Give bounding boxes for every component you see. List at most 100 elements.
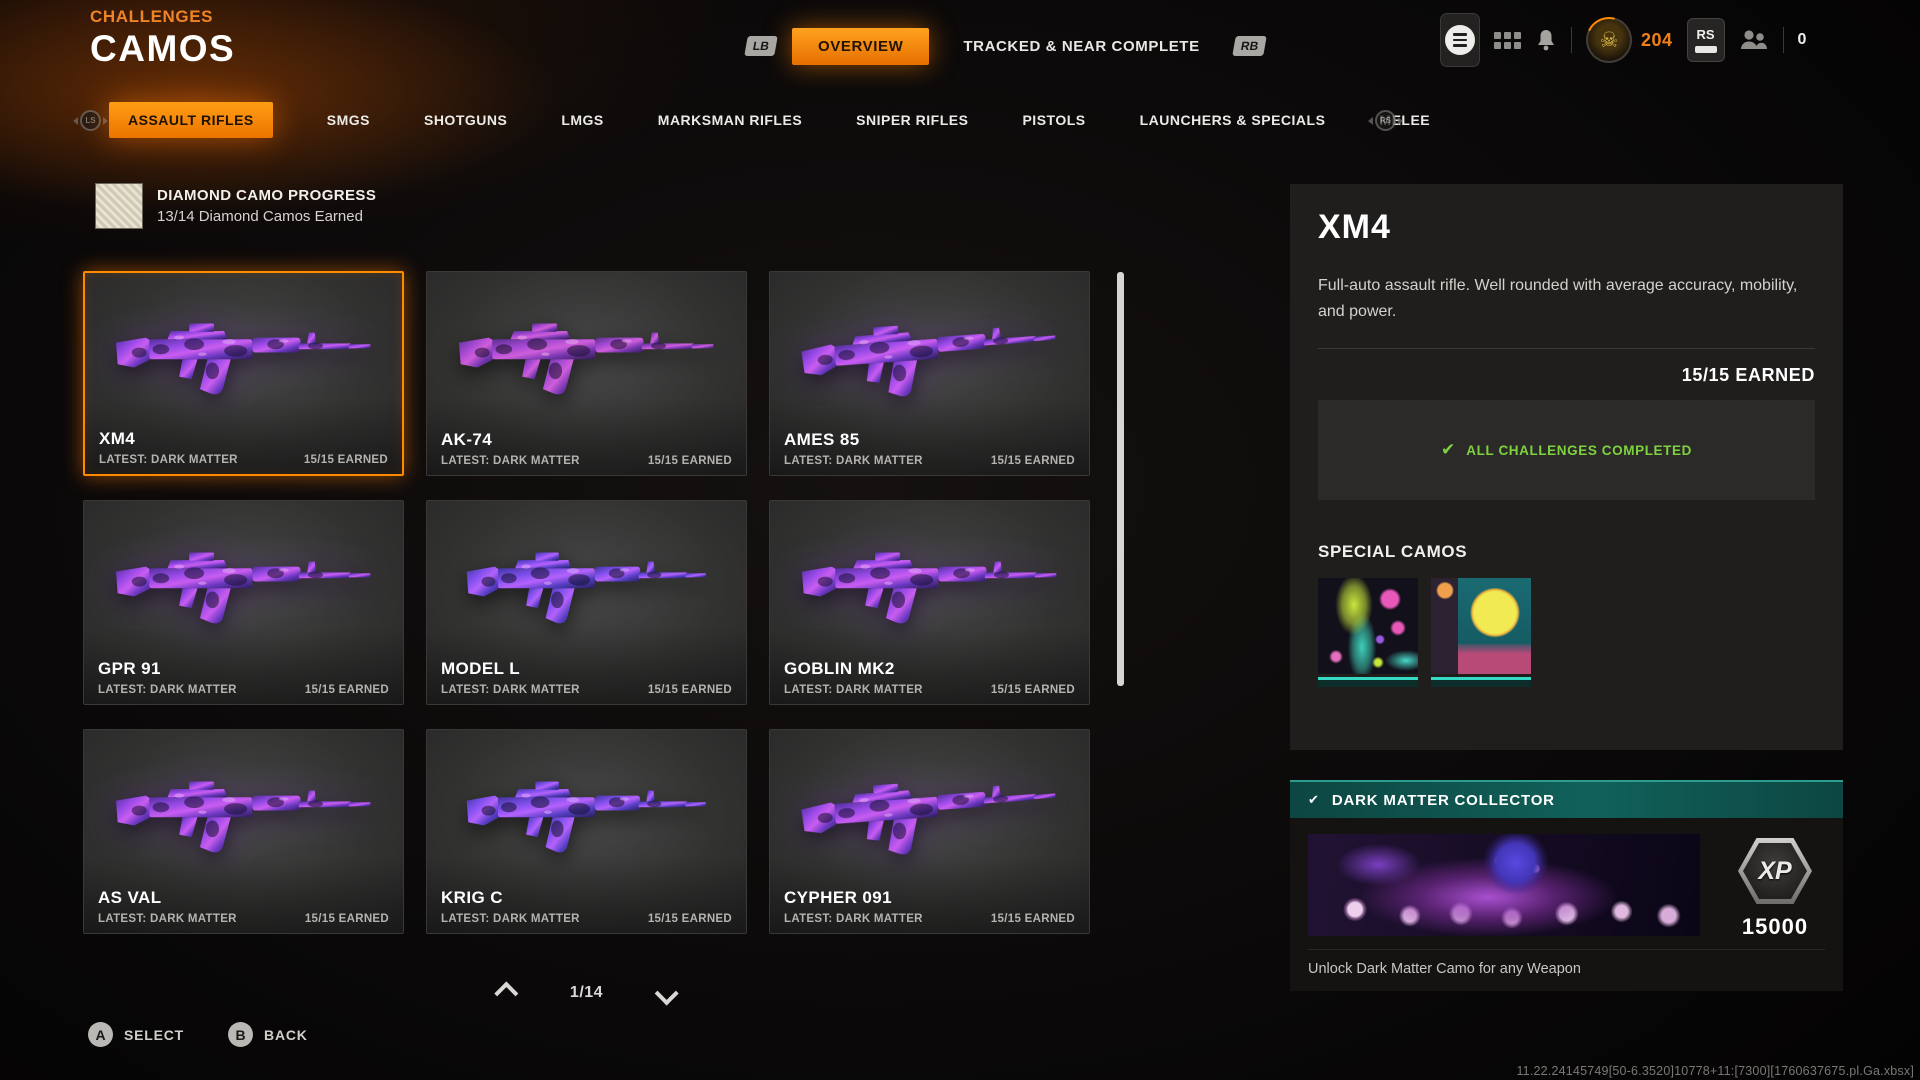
weapon-latest-camo: LATEST: DARK MATTER — [784, 913, 923, 925]
weapon-earned-count: 15/15 EARNED — [990, 684, 1075, 696]
category-tab-label: PISTOLS — [1022, 112, 1086, 128]
detail-weapon-description: Full-auto assault rifle. Well rounded wi… — [1318, 277, 1798, 320]
apps-grid-icon[interactable] — [1494, 31, 1521, 49]
retro-crt-camo-thumb — [1431, 578, 1531, 675]
weapon-earned-count: 15/15 EARNED — [304, 684, 389, 696]
weapon-earned-count: 15/15 EARNED — [303, 454, 388, 466]
weapon-earned-count: 15/15 EARNED — [647, 455, 732, 467]
diamond-camo-thumbnail — [95, 183, 143, 229]
weapon-earned-count: 15/15 EARNED — [990, 455, 1075, 467]
menu-button[interactable] — [1440, 13, 1480, 67]
weapon-latest-camo: LATEST: DARK MATTER — [98, 913, 237, 925]
weapon-image — [799, 314, 1059, 404]
weapon-name: XM4 — [99, 429, 136, 448]
category-tab[interactable]: LAUNCHERS & SPECIALS — [1140, 112, 1326, 128]
weapon-name: AS VAL — [98, 888, 162, 907]
hud-divider — [1571, 27, 1572, 53]
xp-reward: XP 15000 — [1729, 838, 1821, 940]
weapon-latest-camo: LATEST: DARK MATTER — [441, 455, 580, 467]
special-camo-psychedelic[interactable] — [1318, 578, 1418, 688]
page-up-chevron-icon[interactable] — [494, 980, 519, 1006]
footer-action[interactable]: B BACK — [228, 1022, 308, 1047]
weapon-card[interactable]: GPR 91 LATEST: DARK MATTER 15/15 EARNED — [83, 500, 404, 705]
category-tab-label: LMGS — [561, 112, 604, 128]
friends-icon[interactable] — [1739, 27, 1769, 53]
category-tab-label: MARKSMAN RIFLES — [657, 112, 803, 128]
currency-value: 204 — [1641, 29, 1673, 50]
category-tab[interactable]: LMGS — [561, 112, 603, 128]
grid-scrollbar-thumb[interactable] — [1117, 272, 1124, 686]
special-camo-retro-crt[interactable] — [1431, 578, 1531, 688]
friends-count: 0 — [1797, 31, 1807, 48]
xp-label: XP — [1758, 856, 1792, 885]
category-tab-label: SNIPER RIFLES — [856, 112, 969, 128]
footer-action-label: SELECT — [124, 1026, 185, 1043]
weapon-name: CYPHER 091 — [784, 888, 892, 907]
weapon-latest-camo: LATEST: DARK MATTER — [441, 913, 580, 925]
xp-value: 15000 — [1741, 914, 1809, 939]
category-tab-label: ASSAULT RIFLES — [128, 112, 254, 128]
header-tabs: LB OVERVIEW TRACKED & NEAR COMPLETE RB — [744, 26, 1267, 66]
weapon-card[interactable]: XM4 LATEST: DARK MATTER 15/15 EARNED — [83, 271, 404, 476]
dark-matter-collector[interactable]: ✔ DARK MATTER COLLECTOR XP 15000 Unlock … — [1290, 780, 1843, 991]
psychedelic-camo-thumb — [1318, 578, 1418, 675]
collector-divider — [1308, 949, 1825, 950]
collector-header: ✔ DARK MATTER COLLECTOR — [1290, 780, 1843, 818]
header-tab[interactable]: TRACKED & NEAR COMPLETE — [945, 28, 1217, 65]
diamond-progress: DIAMOND CAMO PROGRESS 13/14 Diamond Camo… — [95, 183, 376, 229]
weapon-earned-count: 15/15 EARNED — [304, 913, 389, 925]
debug-build-string: 11.22.24145749[50-6.3520]10778+11:[7300]… — [1516, 1064, 1914, 1078]
rb-bumper-icon: RB — [1231, 36, 1267, 56]
weapon-earned-count: 15/15 EARNED — [647, 913, 732, 925]
skull-emblem-icon[interactable]: ☠ — [1586, 17, 1632, 63]
weapon-image — [466, 552, 706, 624]
weapon-card[interactable]: AS VAL LATEST: DARK MATTER 15/15 EARNED — [83, 729, 404, 934]
weapon-image — [466, 781, 706, 853]
page-down-chevron-icon[interactable] — [654, 980, 679, 1006]
challenges-completed-label: ALL CHALLENGES COMPLETED — [1466, 442, 1692, 458]
footer-action[interactable]: A SELECT — [88, 1022, 184, 1047]
weapon-card[interactable]: KRIG C LATEST: DARK MATTER 15/15 EARNED — [426, 729, 747, 934]
weapon-latest-camo: LATEST: DARK MATTER — [784, 455, 923, 467]
weapon-card[interactable]: AK-74 LATEST: DARK MATTER 15/15 EARNED — [426, 271, 747, 476]
page-title: CAMOS — [90, 28, 236, 69]
weapon-card[interactable]: AMES 85 LATEST: DARK MATTER 15/15 EARNED — [769, 271, 1090, 476]
category-tab[interactable]: MARKSMAN RIFLES — [658, 112, 802, 128]
weapon-name: AK-74 — [441, 430, 493, 449]
check-icon: ✔ — [1441, 440, 1456, 460]
hud-cluster: ☠ 204 RS 0 — [1440, 12, 1806, 68]
category-tab[interactable]: SHOTGUNS — [424, 112, 507, 128]
camo-equipped-bar — [1318, 677, 1418, 688]
footer-buttons: A SELECT B BACK — [88, 1022, 308, 1047]
category-tab[interactable]: ASSAULT RIFLES — [109, 102, 273, 138]
category-tab-label: SMGS — [326, 112, 370, 128]
collector-caption: Unlock Dark Matter Camo for any Weapon — [1308, 961, 1581, 977]
category-tab[interactable]: SNIPER RIFLES — [856, 112, 968, 128]
category-tab-label: LAUNCHERS & SPECIALS — [1139, 112, 1326, 128]
weapon-card[interactable]: GOBLIN MK2 LATEST: DARK MATTER 15/15 EAR… — [769, 500, 1090, 705]
footer-action-label: BACK — [264, 1026, 308, 1043]
currency-display: ☠ 204 — [1586, 17, 1673, 63]
category-tab[interactable]: PISTOLS — [1022, 112, 1085, 128]
weapon-image — [458, 323, 713, 395]
weapon-image — [801, 552, 1056, 624]
bell-icon[interactable] — [1535, 28, 1557, 52]
weapon-earned-count: 15/15 EARNED — [647, 684, 732, 696]
detail-earned-count: 15/15 EARNED — [1681, 365, 1815, 386]
category-tab[interactable]: SMGS — [327, 112, 370, 128]
page-header: CHALLENGES CAMOS — [90, 7, 235, 70]
weapon-card[interactable]: CYPHER 091 LATEST: DARK MATTER 15/15 EAR… — [769, 729, 1090, 934]
weapon-name: KRIG C — [441, 888, 503, 907]
page-indicator: 1/14 — [569, 984, 604, 1001]
weapon-latest-camo: LATEST: DARK MATTER — [441, 684, 580, 696]
header-tab-label: OVERVIEW — [818, 37, 904, 55]
weapon-latest-camo: LATEST: DARK MATTER — [99, 454, 238, 466]
pagination: 1/14 — [426, 980, 747, 1006]
right-stick-icon: RS — [1368, 110, 1403, 131]
weapon-latest-camo: LATEST: DARK MATTER — [98, 684, 237, 696]
controller-button-icon: A — [88, 1022, 113, 1047]
special-camos-row — [1318, 578, 1815, 688]
header-tab[interactable]: OVERVIEW — [792, 27, 930, 65]
weapon-card[interactable]: MODEL L LATEST: DARK MATTER 15/15 EARNED — [426, 500, 747, 705]
dark-matter-art — [1308, 834, 1700, 936]
